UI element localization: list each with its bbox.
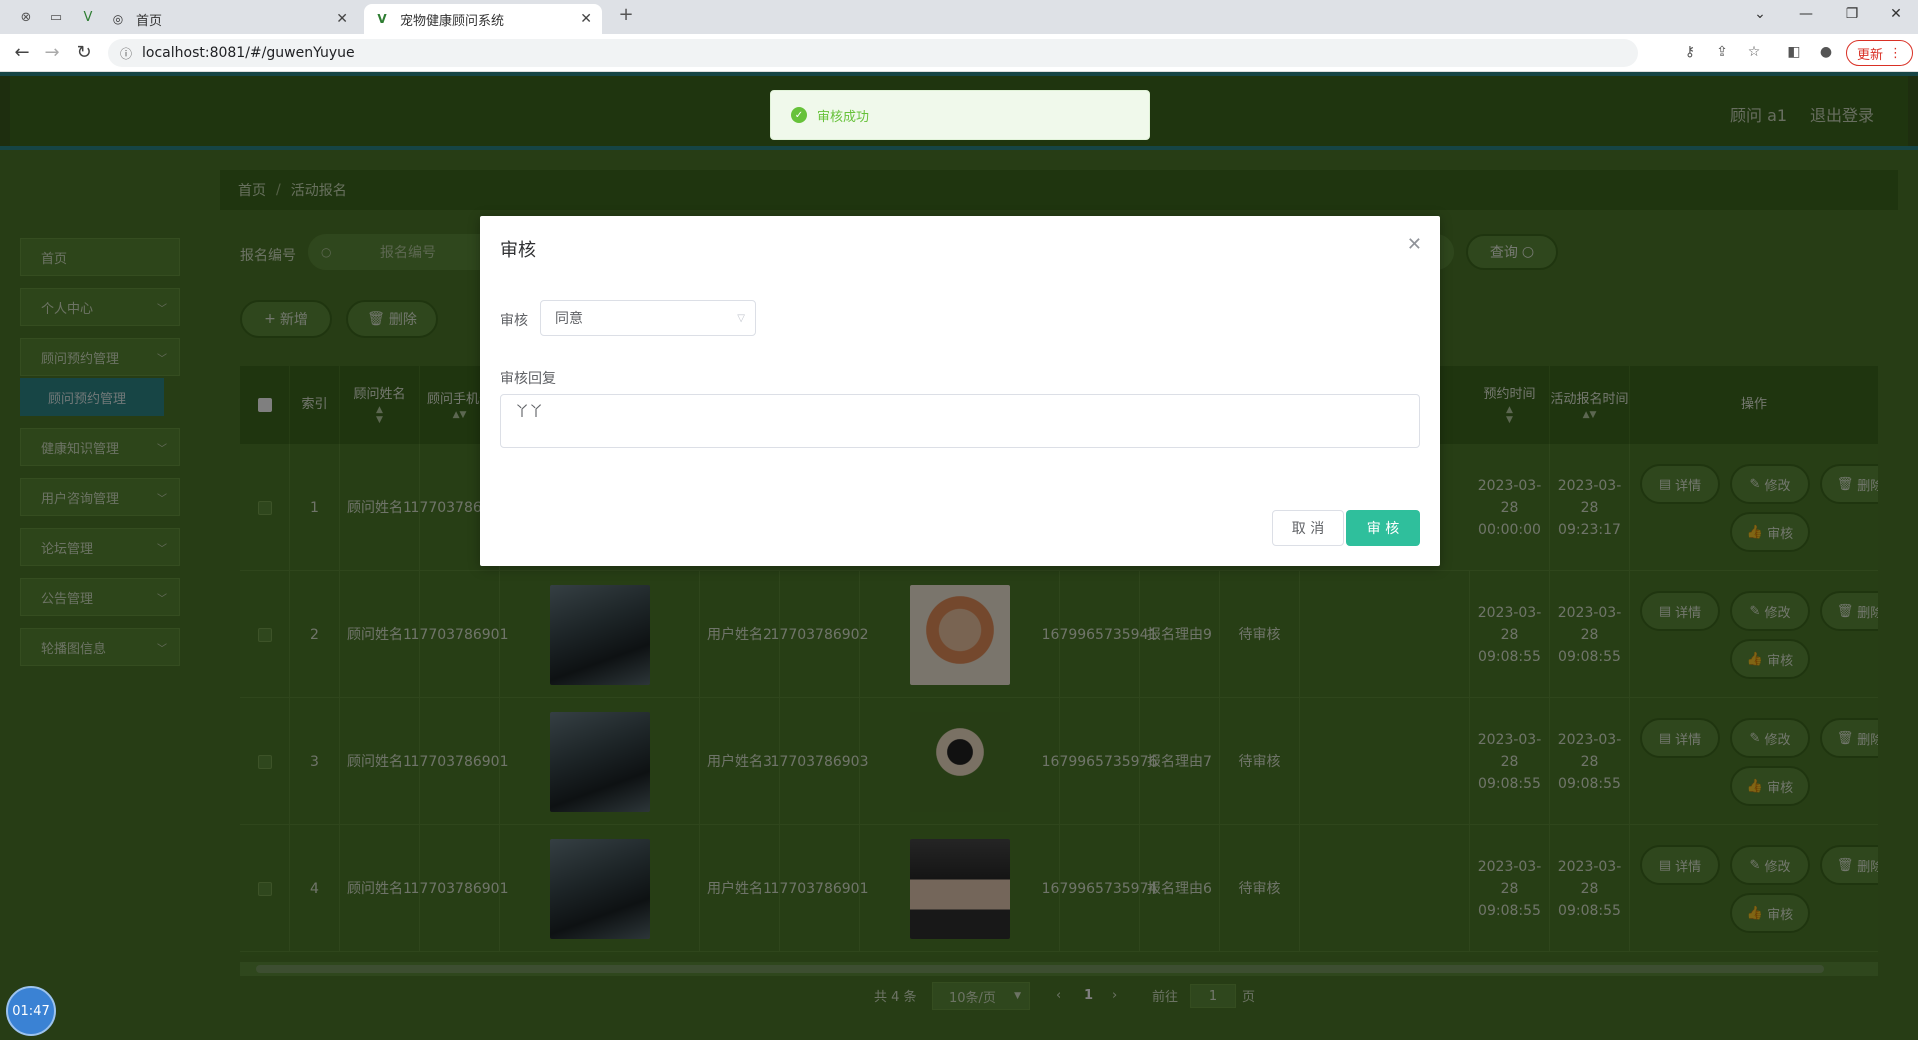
reload-icon[interactable]: ↻: [72, 42, 96, 63]
tab-label: 宠物健康顾问系统: [400, 13, 505, 29]
minimize-icon[interactable]: —: [1786, 6, 1826, 22]
reply-textarea[interactable]: 丫丫: [500, 394, 1420, 448]
address-bar-row: ← → ↻ ⓘ localhost:8081/#/guwenYuyue ⚷ ⇪ …: [0, 34, 1918, 72]
info-icon: ⓘ: [120, 46, 133, 61]
url-text: localhost:8081/#/guwenYuyue: [142, 45, 355, 61]
reply-textarea-value: 丫丫: [515, 404, 543, 420]
pinned-tab-blank-icon[interactable]: ▭: [48, 9, 64, 25]
url-input[interactable]: ⓘ localhost:8081/#/guwenYuyue: [108, 39, 1638, 67]
timer-text: 01:47: [12, 1003, 50, 1019]
confirm-audit-button[interactable]: 审 核: [1346, 510, 1420, 546]
browser-tab-bar: ⊗ ▭ V ◎ 首页 ✕ V 宠物健康顾问系统 ✕ + ⌄ — ❐ ✕: [0, 0, 1918, 34]
close-icon[interactable]: ✕: [336, 11, 348, 27]
check-circle-icon: ✓: [791, 107, 807, 123]
audit-select[interactable]: 同意 ▽: [540, 300, 756, 336]
update-button[interactable]: 更新 ⋮: [1846, 40, 1914, 66]
close-icon[interactable]: ✕: [580, 11, 592, 27]
pinned-tab-vue-icon[interactable]: V: [80, 9, 96, 25]
globe-icon: ◎: [112, 12, 124, 26]
star-icon[interactable]: ☆: [1744, 44, 1764, 60]
restore-icon[interactable]: ❐: [1832, 6, 1872, 22]
success-toast: ✓ 审核成功: [770, 90, 1150, 140]
browser-tab-active[interactable]: V 宠物健康顾问系统 ✕: [364, 4, 602, 34]
cancel-label: 取 消: [1291, 521, 1325, 537]
close-icon[interactable]: ✕: [1407, 234, 1422, 255]
update-label: 更新: [1857, 47, 1884, 63]
tab-label: 首页: [136, 13, 163, 29]
timer-badge[interactable]: 01:47: [6, 986, 56, 1036]
tab-search-icon[interactable]: ⌄: [1740, 6, 1780, 22]
audit-field-label: 审核: [500, 313, 528, 329]
cancel-button[interactable]: 取 消: [1272, 510, 1344, 546]
reply-field-label: 审核回复: [500, 371, 556, 387]
chevron-down-icon: ▽: [737, 312, 745, 324]
new-tab-icon[interactable]: +: [618, 4, 634, 25]
vue-icon: V: [377, 12, 387, 26]
toast-message: 审核成功: [817, 109, 870, 125]
back-icon[interactable]: ←: [10, 42, 34, 63]
side-panel-icon[interactable]: ◧: [1784, 44, 1804, 60]
window-close-icon[interactable]: ✕: [1876, 6, 1916, 22]
more-icon: ⋮: [1889, 45, 1903, 61]
confirm-label: 审 核: [1366, 521, 1400, 537]
pinned-tab-icon[interactable]: ⊗: [18, 9, 34, 25]
share-icon[interactable]: ⇪: [1712, 44, 1732, 60]
profile-icon[interactable]: ●: [1816, 44, 1836, 60]
forward-icon[interactable]: →: [40, 42, 64, 63]
dialog-title: 审核: [500, 240, 536, 261]
audit-select-value: 同意: [555, 311, 583, 327]
audit-dialog: 审核 ✕ 审核 同意 ▽ 审核回复 丫丫 取 消 审 核: [480, 216, 1440, 566]
key-icon[interactable]: ⚷: [1680, 44, 1700, 60]
browser-tab-home[interactable]: ◎ 首页 ✕: [100, 4, 358, 34]
